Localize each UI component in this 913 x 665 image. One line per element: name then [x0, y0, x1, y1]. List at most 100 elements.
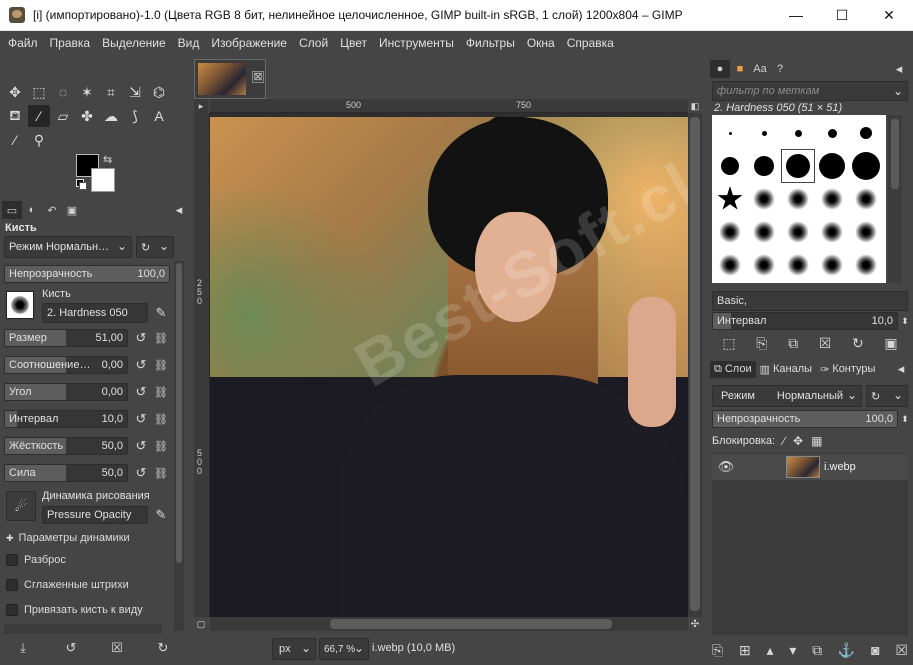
brush-preset[interactable] — [816, 150, 848, 182]
delete-brush-icon[interactable]: ☒ — [819, 335, 832, 352]
force-link-icon[interactable]: ⛓ — [152, 464, 170, 482]
path-tool-icon[interactable]: ⟆ — [124, 105, 146, 127]
brush-grid[interactable] — [712, 115, 886, 283]
default-colors-icon[interactable] — [76, 179, 87, 190]
warp-tool-icon[interactable]: ⌬ — [148, 81, 170, 103]
new-layer-group-icon[interactable]: ⊞ — [739, 642, 751, 659]
brush-preset[interactable] — [748, 249, 780, 281]
tool-options-scrollbar[interactable] — [174, 261, 184, 631]
menu-edit[interactable]: Правка — [44, 36, 97, 50]
brush-preset[interactable] — [748, 216, 780, 248]
reset-mode-dropdown[interactable]: ↻ ⌄ — [136, 236, 174, 258]
layer-opacity-slider[interactable]: Непрозрачность 100,0 — [712, 410, 898, 428]
layer-list-hscrollbar[interactable] — [712, 625, 908, 635]
image-canvas[interactable]: Best-Soft.club — [210, 117, 688, 617]
menu-select[interactable]: Выделение — [96, 36, 172, 50]
transform-tool-icon[interactable]: ⇲ — [124, 81, 146, 103]
brush-preset[interactable] — [714, 117, 746, 149]
new-brush-icon[interactable]: ⎘ — [756, 335, 767, 352]
brush-preset[interactable] — [782, 117, 814, 149]
clone-tool-icon[interactable]: ✤ — [76, 105, 98, 127]
tag-filter-dropdown[interactable]: фильтр по меткам ⌄ — [712, 81, 908, 101]
move-tool-icon[interactable]: ✥ — [4, 81, 26, 103]
patterns-tab-icon[interactable]: ■ — [730, 60, 750, 78]
layer-composite-dropdown[interactable]: ↻ ⌄ — [866, 385, 908, 407]
anchor-layer-icon[interactable]: ⚓ — [838, 642, 855, 659]
reset-options-icon[interactable]: ↻ — [154, 639, 172, 657]
brush-preset[interactable] — [816, 216, 848, 248]
new-layer-icon[interactable]: ⎘ — [712, 642, 723, 659]
edit-dynamics-icon[interactable]: ✎ — [152, 506, 170, 524]
brush-preset[interactable] — [782, 216, 814, 248]
duplicate-layer-icon[interactable]: ⧉ — [812, 642, 822, 659]
canvas-horizontal-scrollbar[interactable] — [210, 617, 688, 631]
text-tool-icon[interactable]: A — [148, 105, 170, 127]
close-tab-icon[interactable]: ⊠ — [252, 71, 264, 83]
layer-mode-dropdown[interactable]: Режим Нормальный ⌄ — [712, 385, 862, 407]
layers-tab[interactable]: ⧉ Слои — [710, 360, 756, 378]
spin-buttons-icon[interactable]: ⬍ — [899, 312, 911, 330]
brush-preset[interactable] — [850, 216, 882, 248]
paths-tab[interactable]: ✑ Контуры — [816, 361, 879, 378]
menu-tools[interactable]: Инструменты — [373, 36, 460, 50]
swap-colors-icon[interactable]: ⇆ — [103, 153, 112, 166]
spin-buttons-icon[interactable]: ⬍ — [899, 410, 911, 428]
aspect-ratio-reset-icon[interactable]: ↺ — [132, 356, 150, 374]
lasso-tool-icon[interactable]: ◌ — [52, 81, 74, 103]
close-button[interactable]: ✕ — [865, 0, 913, 31]
quick-mask-toggle-icon[interactable]: ▢ — [194, 617, 208, 631]
brush-preset[interactable] — [850, 183, 882, 215]
menu-colors[interactable]: Цвет — [334, 36, 373, 50]
visibility-eye-icon[interactable]: 👁 — [712, 459, 740, 475]
save-options-icon[interactable]: ⤓ — [14, 639, 32, 657]
delete-layer-icon[interactable]: ☒ — [895, 642, 908, 659]
tool-options-hscrollbar[interactable] — [4, 624, 162, 634]
brush-preset[interactable] — [850, 150, 882, 182]
aspect-ratio-link-icon[interactable]: ⛓ — [152, 356, 170, 374]
spacing-reset-icon[interactable]: ↺ — [132, 410, 150, 428]
brush-preset[interactable] — [748, 150, 780, 182]
help-tab-icon[interactable]: ? — [770, 60, 790, 78]
vertical-ruler[interactable]: 250 500 — [194, 113, 210, 617]
brush-preset[interactable] — [714, 183, 746, 215]
lock-pixels-icon[interactable]: ∕ — [783, 434, 785, 448]
raise-layer-icon[interactable]: ▴ — [767, 642, 774, 659]
hardness-slider[interactable]: Жёсткость 50,0 — [4, 437, 128, 455]
image-tab[interactable]: ⊠ — [194, 59, 266, 99]
configure-tab-icon[interactable]: ◂ — [892, 360, 910, 378]
background-color-swatch[interactable] — [91, 168, 115, 192]
dynamics-options-expander[interactable]: ✚ Параметры динамики — [6, 529, 130, 547]
brush-preset[interactable] — [850, 249, 882, 281]
hardness-reset-icon[interactable]: ↺ — [132, 437, 150, 455]
layer-row[interactable]: 👁 i.webp — [712, 454, 908, 480]
delete-options-icon[interactable]: ☒ — [108, 639, 126, 657]
scrollbar-thumb[interactable] — [176, 263, 182, 563]
lock-brush-checkbox[interactable]: Привязать кисть к виду — [6, 601, 143, 619]
unit-dropdown[interactable]: px ⌄ — [272, 638, 316, 660]
menu-windows[interactable]: Окна — [521, 36, 561, 50]
configure-tab-icon[interactable]: ◂ — [170, 201, 188, 219]
dynamics-icon[interactable]: ☄ — [6, 491, 36, 521]
undo-history-tab-icon[interactable]: ↶ — [42, 201, 62, 219]
zoom-dropdown[interactable]: 66,7 % ⌄ — [319, 638, 369, 660]
duplicate-brush-icon[interactable]: ⧉ — [788, 335, 798, 352]
canvas-vertical-scrollbar[interactable] — [688, 113, 702, 617]
horizontal-ruler[interactable]: 500 750 — [210, 99, 688, 113]
spacing-link-icon[interactable]: ⛓ — [152, 410, 170, 428]
edit-brush-icon[interactable]: ✎ — [152, 304, 170, 322]
bucket-fill-tool-icon[interactable]: ⛾ — [4, 105, 26, 127]
eraser-tool-icon[interactable]: ▱ — [52, 105, 74, 127]
force-reset-icon[interactable]: ↺ — [132, 464, 150, 482]
brush-preset[interactable] — [850, 117, 882, 149]
color-picker-tool-icon[interactable]: ⁄ — [4, 129, 26, 151]
brush-preset[interactable] — [748, 183, 780, 215]
channels-tab[interactable]: ▥ Каналы — [756, 361, 816, 378]
lower-layer-icon[interactable]: ▾ — [789, 642, 796, 659]
minimize-button[interactable]: — — [773, 0, 819, 31]
brush-spacing-slider[interactable]: Интервал 10,0 — [712, 312, 898, 330]
brush-name-field[interactable]: 2. Hardness 050 — [42, 303, 148, 323]
tool-options-tab-icon[interactable]: ▭ — [2, 201, 22, 219]
smooth-stroke-checkbox[interactable]: Сглаженные штрихи — [6, 576, 129, 594]
brush-grid-scrollbar[interactable] — [888, 115, 902, 283]
menu-filters[interactable]: Фильтры — [460, 36, 521, 50]
